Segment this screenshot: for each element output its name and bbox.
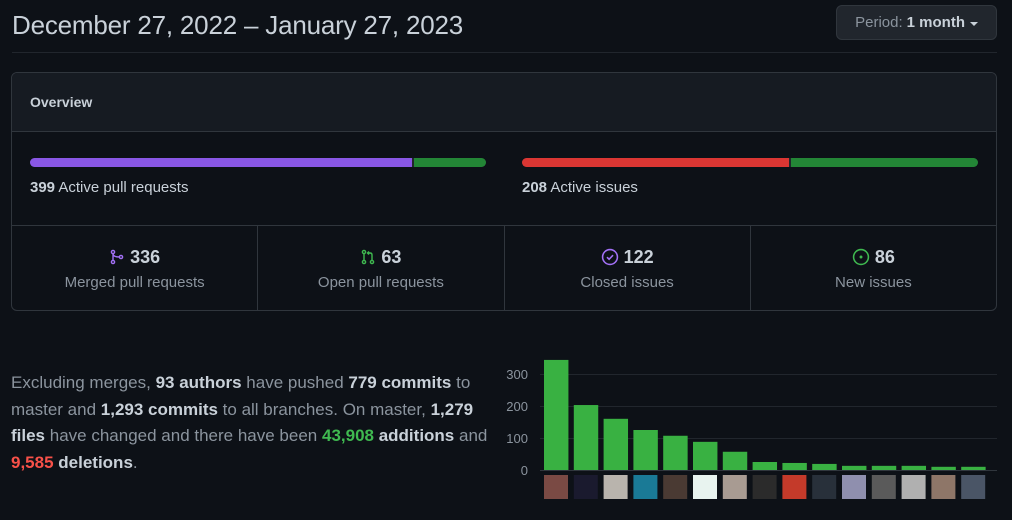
avatar-author-6[interactable] xyxy=(693,475,717,499)
pull-requests-progress xyxy=(30,158,486,167)
bar-author-14 xyxy=(931,466,956,470)
additions-count: 43,908 xyxy=(321,426,374,445)
avatar-author-9[interactable] xyxy=(782,475,807,499)
authors-count: 93 authors xyxy=(155,373,242,392)
pull-requests-summary[interactable]: 399 Active pull requests xyxy=(30,158,486,196)
open-prs-label: Open pull requests xyxy=(317,273,444,291)
bar-author-2 xyxy=(573,405,599,470)
avatar-author-1[interactable] xyxy=(544,475,568,499)
bar-author-8 xyxy=(752,462,778,470)
period-dropdown[interactable]: Period: 1 month xyxy=(836,5,997,40)
stat-open-prs[interactable]: 63 Open pull requests xyxy=(258,226,505,310)
bar-author-12 xyxy=(871,465,897,470)
bar-author-10 xyxy=(812,463,837,470)
overview-header: Overview xyxy=(12,73,996,132)
commits-by-author-chart: 0 100 200 300 xyxy=(506,359,997,499)
y-tick-label: 100 xyxy=(506,431,528,446)
avatar-author-2[interactable] xyxy=(573,475,598,499)
avatar-author-7[interactable] xyxy=(722,475,747,499)
page-header: December 27, 2022 – January 27, 2023 Per… xyxy=(12,0,997,53)
avatar-author-3[interactable] xyxy=(603,475,628,499)
bar-author-7 xyxy=(722,451,748,470)
master-commits: 779 commits xyxy=(348,373,452,392)
bar-author-3 xyxy=(603,418,629,470)
avatar-author-10[interactable] xyxy=(812,475,837,499)
caret-down-icon xyxy=(970,21,978,26)
bar-author-9 xyxy=(782,462,807,470)
closed-issues-label: Closed issues xyxy=(580,273,674,291)
open-pr-segment xyxy=(414,158,486,167)
new-issues-label: New issues xyxy=(835,273,912,291)
issue-closed-icon xyxy=(601,248,618,266)
closed-issues-segment xyxy=(522,158,789,167)
activity-bars: 399 Active pull requests 208 Active issu… xyxy=(12,132,996,226)
y-tick-label: 200 xyxy=(506,399,528,414)
avatar-author-15[interactable] xyxy=(961,475,986,499)
bar-author-11 xyxy=(842,465,867,470)
stats-row: 336 Merged pull requests 63 Open pull re… xyxy=(12,226,996,310)
avatar-author-14[interactable] xyxy=(931,475,956,499)
stat-closed-issues[interactable]: 122 Closed issues xyxy=(505,226,751,310)
bar-author-5 xyxy=(663,435,688,470)
git-merge-icon xyxy=(110,249,124,265)
period-label: Period: xyxy=(855,14,903,31)
stat-merged-prs[interactable]: 336 Merged pull requests xyxy=(12,226,259,310)
date-range-title: December 27, 2022 – January 27, 2023 xyxy=(12,10,463,40)
open-prs-value: 63 xyxy=(381,246,402,267)
avatar-author-5[interactable] xyxy=(663,475,688,499)
issue-opened-icon xyxy=(852,248,870,266)
issues-summary[interactable]: 208 Active issues xyxy=(522,158,978,196)
git-pull-request-icon xyxy=(362,249,375,265)
merged-pr-segment xyxy=(30,158,413,167)
avatar-author-13[interactable] xyxy=(901,475,926,499)
stat-new-issues[interactable]: 86 New issues xyxy=(751,226,996,310)
avatar-author-12[interactable] xyxy=(871,475,896,499)
avatar-author-4[interactable] xyxy=(633,475,658,499)
new-issues-segment xyxy=(790,158,978,167)
bar-author-1 xyxy=(544,359,569,470)
all-commits: 1,293 commits xyxy=(100,399,218,419)
y-tick-label: 300 xyxy=(506,367,528,382)
avatar-author-11[interactable] xyxy=(842,475,866,499)
active-issues-label: 208 Active issues xyxy=(522,179,638,196)
merged-prs-value: 336 xyxy=(130,246,161,267)
y-tick-label: 0 xyxy=(521,463,528,478)
merged-prs-label: Merged pull requests xyxy=(64,273,205,291)
new-issues-value: 86 xyxy=(874,246,895,267)
deletions-count: 9,585 xyxy=(11,452,54,472)
bar-author-13 xyxy=(901,465,927,470)
bar-author-6 xyxy=(693,441,718,470)
overview-panel: Overview 399 Active pull requests 208 Ac… xyxy=(11,72,997,311)
bar-author-4 xyxy=(633,430,658,470)
avatar-author-8[interactable] xyxy=(752,475,777,499)
closed-issues-value: 122 xyxy=(623,246,654,267)
active-pr-label: 399 Active pull requests xyxy=(30,179,189,196)
commit-summary: Excluding merges, 93 authors have pushed… xyxy=(11,373,488,472)
bar-author-15 xyxy=(961,466,986,470)
active-issues-count: 208 xyxy=(522,179,548,196)
issues-progress xyxy=(522,158,978,167)
period-value: 1 month xyxy=(906,14,965,31)
active-pr-count: 399 xyxy=(30,179,56,196)
